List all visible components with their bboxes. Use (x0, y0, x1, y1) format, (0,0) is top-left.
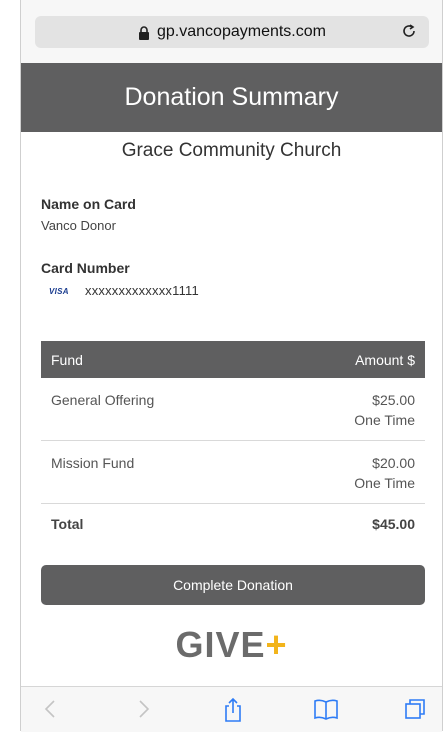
browser-toolbar (21, 686, 442, 732)
fund-name: Mission Fund (51, 455, 135, 471)
amount-value: $25.00 (372, 392, 415, 408)
tabs-icon[interactable] (403, 697, 427, 721)
fund-amount: $25.00 One Time (354, 390, 415, 440)
frequency-value: One Time (354, 475, 415, 491)
page-title: Donation Summary (21, 63, 442, 132)
fund-name: General Offering (51, 392, 155, 408)
lock-icon (138, 26, 150, 40)
share-icon[interactable] (221, 697, 245, 722)
back-icon[interactable] (39, 697, 63, 721)
amount-value: $20.00 (372, 455, 415, 471)
give-plus-logo: GIVE+ (21, 624, 442, 666)
reload-icon[interactable] (399, 21, 419, 41)
bookmarks-icon[interactable] (313, 697, 338, 721)
forward-icon[interactable] (131, 697, 155, 721)
fund-column-header: Fund (51, 351, 83, 368)
frequency-value: One Time (354, 412, 415, 428)
fund-amount: $20.00 One Time (354, 453, 415, 503)
table-row: Mission Fund $20.00 One Time (41, 441, 425, 504)
logo-text: GIVE (175, 624, 266, 665)
name-on-card-value: Vanco Donor (41, 218, 116, 233)
visa-icon: VISA (49, 287, 69, 296)
table-row: General Offering $25.00 One Time (41, 378, 425, 441)
table-header: Fund Amount $ (41, 341, 425, 378)
browser-chrome: gp.vancopayments.com (21, 0, 442, 63)
url-text: gp.vancopayments.com (157, 23, 326, 40)
name-on-card-label: Name on Card (41, 196, 136, 212)
logo-plus: + (265, 624, 288, 665)
amount-column-header: Amount $ (355, 351, 415, 368)
donation-table: Fund Amount $ General Offering $25.00 On… (41, 341, 425, 544)
total-label: Total (51, 516, 84, 532)
church-name: Grace Community Church (121, 140, 342, 161)
card-number-value: xxxxxxxxxxxxx1111 (85, 283, 199, 298)
card-number-label: Card Number (41, 260, 130, 276)
complete-donation-button[interactable]: Complete Donation (41, 565, 425, 605)
total-value: $45.00 (372, 516, 415, 532)
address-bar[interactable]: gp.vancopayments.com (35, 16, 429, 48)
phone-screen: gp.vancopayments.com Donation Summary Gr… (20, 0, 443, 732)
total-row: Total $45.00 (41, 504, 425, 544)
